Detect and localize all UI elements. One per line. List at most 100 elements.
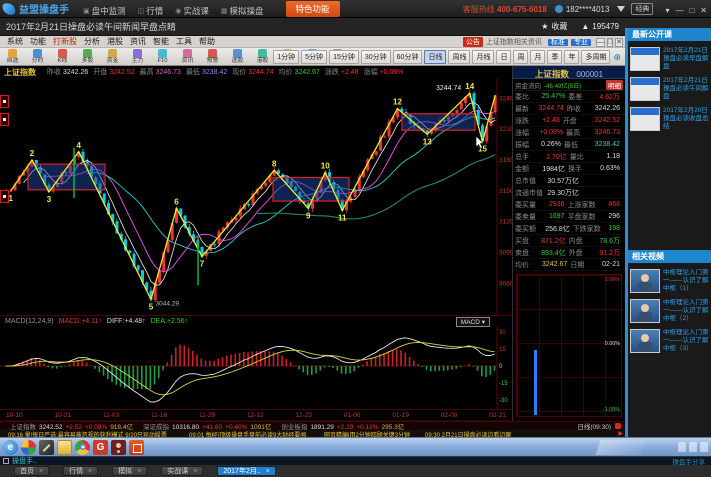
video-thumbnail[interactable]	[630, 77, 660, 101]
period-button[interactable]: 5分钟	[301, 50, 327, 64]
inner-minimize-button[interactable]: —	[596, 38, 605, 47]
bottom-tab[interactable]: 实战课×	[161, 466, 203, 476]
video-thumbnail[interactable]	[630, 47, 660, 71]
menu-item[interactable]: 工具	[176, 37, 192, 46]
minimize-button[interactable]: —	[675, 6, 683, 15]
period-button[interactable]: 月	[530, 50, 545, 64]
period-button[interactable]: 15分钟	[329, 50, 359, 64]
video-item[interactable]: 2017年2月20日操盘必读收盘总结	[630, 107, 709, 131]
titlebar-menu[interactable]: ◫行情	[138, 5, 164, 17]
bottom-tab[interactable]: 行情×	[63, 466, 98, 476]
like-button[interactable]: ▲195479	[581, 22, 619, 31]
close-button[interactable]: ✕	[700, 6, 707, 15]
video-thumbnail[interactable]	[630, 269, 660, 293]
period-button[interactable]: 周	[513, 50, 528, 64]
video-thumbnail[interactable]	[630, 329, 660, 353]
favorite-button[interactable]: ★收藏	[541, 21, 567, 32]
inner-maximize-button[interactable]: □	[607, 38, 613, 47]
toolbar-button[interactable]: 主力	[125, 48, 150, 65]
period-button[interactable]: 日线	[424, 50, 446, 64]
toolbar-button[interactable]: K线	[50, 48, 75, 65]
index-quote[interactable]: 深证成指10316.80+41.60+0.40%1091亿	[143, 421, 271, 430]
toolbar-button[interactable]: 资讯	[175, 48, 200, 65]
titlebar-menu[interactable]: ▦模拟操盘	[221, 5, 264, 17]
period-button[interactable]: 60分钟	[393, 50, 423, 64]
period-button[interactable]: 月线	[472, 50, 494, 64]
toolbar-button[interactable]: F10	[150, 48, 175, 65]
mode-button[interactable]: 专业	[571, 39, 591, 46]
toolbar-button[interactable]: 自选	[0, 48, 25, 65]
menu-item[interactable]: 功能	[30, 37, 46, 46]
taskbar-icon-person[interactable]	[111, 440, 126, 455]
period-button[interactable]: 多周期	[581, 50, 610, 64]
ticker-item[interactable]: 09:01 每经|顶级操盘手盘前必读9大财经要闻	[189, 430, 306, 437]
mode-button[interactable]: 标准	[548, 39, 568, 46]
titlebar-menu[interactable]: ▣盘中监测	[83, 5, 126, 17]
feature-button[interactable]: 特色功能	[286, 1, 340, 17]
indicator-selector[interactable]: MACD ▾	[456, 317, 490, 327]
taskbar-icon-g[interactable]: G	[93, 440, 108, 455]
tab-close-icon[interactable]: ×	[266, 468, 270, 475]
tray-icon[interactable]	[689, 442, 697, 452]
period-button[interactable]: 30分钟	[361, 50, 391, 64]
menu-item[interactable]: 智能	[153, 37, 169, 46]
index-quote[interactable]: 创业板指1891.29+2.29+0.12%295.3亿	[281, 421, 404, 430]
menu-item[interactable]: 港股	[107, 37, 123, 46]
kline-chart[interactable]: 1234567891011121314153244.743044.2932403…	[0, 78, 512, 316]
ticker-item[interactable]: 09:30 2月21日操盘必读边看边聊	[425, 430, 511, 437]
fund-detail-button[interactable]: 明细	[606, 80, 623, 90]
ticker-item[interactable]: 09:16 量!每日严选:最容易被忽视的获利模式 9/20只异动股票	[8, 430, 167, 437]
video-item[interactable]: 2017年2月21日操盘必读午间解盘	[630, 77, 709, 101]
chevron-down-icon[interactable]: ▾	[665, 6, 669, 15]
menu-item[interactable]: 资讯	[130, 37, 146, 46]
toolbar-button[interactable]: 选股	[225, 48, 250, 65]
titlebar-menu[interactable]: ◉实战课	[175, 5, 209, 17]
bottom-tab[interactable]: 2017年2月..×	[217, 466, 275, 476]
taskbar-icon-ie[interactable]: e	[3, 440, 18, 455]
menu-item[interactable]: 分析	[84, 37, 100, 46]
refresh-icon[interactable]	[615, 423, 621, 429]
taskbar-icon-msn[interactable]	[21, 440, 36, 455]
toolbar-button[interactable]: 预警	[200, 48, 225, 65]
taskbar-icon-pencil[interactable]	[39, 440, 54, 455]
ticker-item[interactable]: 网页精编|用2分钟回顾关键3分钟	[324, 430, 410, 437]
gear-icon[interactable]: ⊕	[613, 52, 621, 63]
menu-item[interactable]: 帮助	[199, 37, 215, 46]
inner-close-button[interactable]: ✕	[615, 38, 623, 47]
video-item[interactable]: 中枢理论入门第一——认识了解中枢（3）	[630, 329, 709, 353]
period-button[interactable]: 1分钟	[273, 50, 299, 64]
tab-close-icon[interactable]: ×	[88, 468, 92, 475]
period-button[interactable]: 季	[547, 50, 562, 64]
tab-close-icon[interactable]: ×	[193, 468, 197, 475]
taskbar-icon-chrome[interactable]	[75, 440, 90, 455]
menu-item[interactable]: 系统	[7, 37, 23, 46]
tray-icon[interactable]	[700, 442, 708, 452]
tab-close-icon[interactable]: ×	[39, 468, 43, 475]
ticker-more-icon[interactable]: ▶	[618, 430, 623, 437]
period-button[interactable]: 年	[564, 50, 579, 64]
period-button[interactable]: 周线	[448, 50, 470, 64]
toolbar-button[interactable]: 资金	[100, 48, 125, 65]
tray-icon[interactable]	[678, 442, 686, 452]
toolbar-button[interactable]: 多股	[75, 48, 100, 65]
video-item[interactable]: 2017年2月21日操盘必读早盘解盘	[630, 47, 709, 71]
filter-icon[interactable]	[617, 6, 625, 12]
index-quote[interactable]: 上证指数3242.52+2.52+0.08%918.4亿	[10, 421, 133, 430]
video-item[interactable]: 中枢理论入门第一——认识了解中枢（1）	[630, 269, 709, 293]
taskbar-icon-folder[interactable]	[57, 440, 72, 455]
bottom-tab[interactable]: 首页×	[14, 466, 49, 476]
skin-selector[interactable]: 经典	[631, 3, 653, 15]
tab-close-icon[interactable]: ×	[137, 468, 141, 475]
video-thumbnail[interactable]	[630, 107, 660, 131]
bottom-tab[interactable]: 模拟×	[112, 466, 147, 476]
macd-pane[interactable]: MACD(12,24,9) MACD:+4.11↑ DIFF:+4.48↑ DE…	[0, 316, 512, 410]
video-item[interactable]: 中枢理论入门第一——认识了解中枢（2）	[630, 299, 709, 323]
notice-badge[interactable]: 公告	[463, 37, 483, 47]
taskbar-icon-app[interactable]	[129, 440, 144, 455]
maximize-button[interactable]: □	[689, 6, 694, 15]
toolbar-button[interactable]: 分时	[25, 48, 50, 65]
period-button[interactable]: 日	[496, 50, 511, 64]
menu-item[interactable]: 打新股	[53, 37, 77, 46]
user-account[interactable]: 182****4013	[555, 5, 610, 14]
video-thumbnail[interactable]	[630, 299, 660, 323]
